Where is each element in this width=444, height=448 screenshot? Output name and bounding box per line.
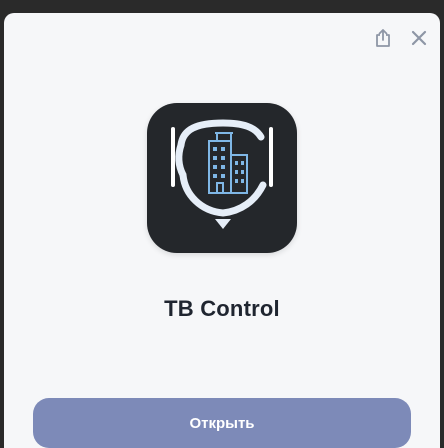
app-logo-icon xyxy=(157,111,287,246)
close-icon xyxy=(411,30,427,51)
open-button-label: Открыть xyxy=(189,414,255,432)
app-logo xyxy=(147,103,297,253)
sheet-header xyxy=(320,13,440,69)
open-button[interactable]: Открыть xyxy=(33,398,411,448)
share-button[interactable] xyxy=(370,27,396,53)
share-icon xyxy=(374,28,392,53)
app-name: TB Control xyxy=(164,296,280,321)
close-button[interactable] xyxy=(406,27,432,53)
bottom-sheet: TB Control Открыть xyxy=(4,13,440,448)
